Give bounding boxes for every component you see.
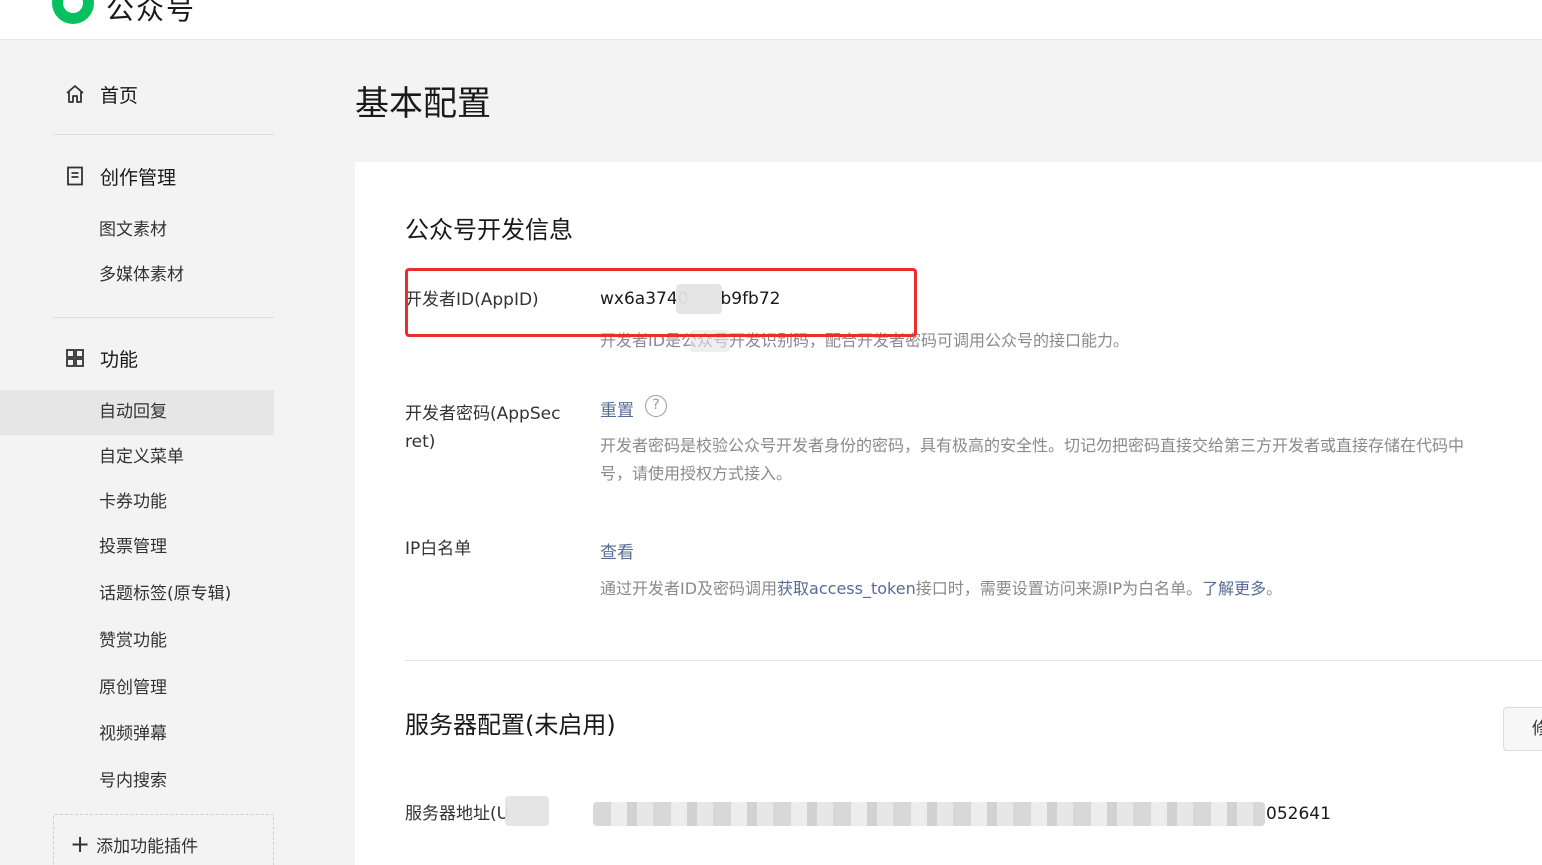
sidebar-item-coupons[interactable]: 卡券功能	[99, 490, 167, 514]
sidebar-item-label: 首页	[100, 84, 139, 107]
top-header: 公众号	[0, 0, 1542, 40]
plus-icon: +	[70, 830, 91, 858]
access-token-link[interactable]: 获取access_token	[777, 579, 916, 598]
section-divider	[405, 660, 1542, 661]
document-icon	[64, 165, 86, 187]
sidebar-item-appreciation[interactable]: 赞赏功能	[99, 629, 167, 653]
sidebar-item-creation[interactable]: 创作管理	[64, 164, 177, 189]
sidebar-item-features[interactable]: 功能	[64, 346, 139, 371]
modify-server-config-button[interactable]: 修	[1503, 707, 1542, 751]
server-address-label: 服务器地址(U	[405, 804, 510, 824]
section-title-dev-info: 公众号开发信息	[405, 216, 573, 244]
redaction-blur	[593, 802, 1265, 826]
annotation-highlight-box	[405, 268, 917, 337]
appsecret-label-line1: 开发者密码(AppSec	[405, 404, 561, 424]
redaction-blur	[505, 796, 549, 826]
sidebar-item-topic-tags[interactable]: 话题标签(原专辑)	[99, 582, 231, 606]
section-title-server-config: 服务器配置(未启用)	[405, 711, 616, 739]
learn-more-link[interactable]: 了解更多	[1202, 579, 1266, 598]
home-icon	[64, 83, 86, 105]
ip-whitelist-label: IP白名单	[405, 539, 472, 559]
help-icon[interactable]: ?	[645, 395, 667, 417]
sidebar-item-auto-reply[interactable]: 自动回复	[99, 400, 167, 424]
sidebar-item-video-danmaku[interactable]: 视频弹幕	[99, 722, 167, 746]
sidebar-divider	[53, 317, 274, 318]
sidebar-item-home[interactable]: 首页	[64, 82, 139, 107]
sidebar-item-image-text-material[interactable]: 图文素材	[99, 218, 167, 242]
sidebar-item-voting[interactable]: 投票管理	[99, 535, 167, 559]
sidebar: 首页 创作管理 图文素材 多媒体素材 功能 自动回复 自定义菜单 卡券功能 投票…	[0, 40, 274, 865]
ip-desc-prefix: 通过开发者ID及密码调用	[600, 579, 778, 598]
add-plugin-button[interactable]: + 添加功能插件	[53, 814, 274, 865]
page-title: 基本配置	[355, 84, 491, 124]
sidebar-item-multimedia-material[interactable]: 多媒体素材	[99, 263, 184, 287]
reset-secret-link[interactable]: 重置	[600, 396, 634, 421]
appsecret-description-line2: 号，请使用授权方式接入。	[600, 464, 793, 483]
brand-name[interactable]: 公众号	[106, 0, 196, 28]
sidebar-divider	[53, 134, 274, 135]
ip-desc-middle: 接口时，需要设置访问来源IP为白名单。	[915, 579, 1203, 598]
sidebar-item-custom-menu[interactable]: 自定义菜单	[99, 445, 184, 469]
grid-icon	[64, 347, 86, 369]
sidebar-item-in-account-search[interactable]: 号内搜索	[99, 769, 167, 793]
appsecret-label-line2: ret)	[405, 432, 436, 452]
appsecret-label: 开发者密码(AppSec ret)	[405, 400, 560, 456]
wechat-logo-icon[interactable]	[52, 0, 94, 24]
server-address-tail: 052641	[1266, 804, 1331, 824]
appsecret-description-line1: 开发者密码是校验公众号开发者身份的密码，具有极高的安全性。切记勿把密码直接交给第…	[600, 436, 1465, 455]
sidebar-item-label: 功能	[100, 348, 139, 371]
sidebar-item-label: 创作管理	[100, 166, 177, 189]
ip-desc-suffix: 。	[1266, 579, 1283, 598]
ip-whitelist-description: 通过开发者ID及密码调用获取access_token接口时，需要设置访问来源IP…	[600, 575, 1282, 603]
sidebar-item-originality[interactable]: 原创管理	[99, 676, 167, 700]
view-whitelist-link[interactable]: 查看	[600, 538, 634, 563]
add-plugin-label: 添加功能插件	[96, 836, 199, 857]
